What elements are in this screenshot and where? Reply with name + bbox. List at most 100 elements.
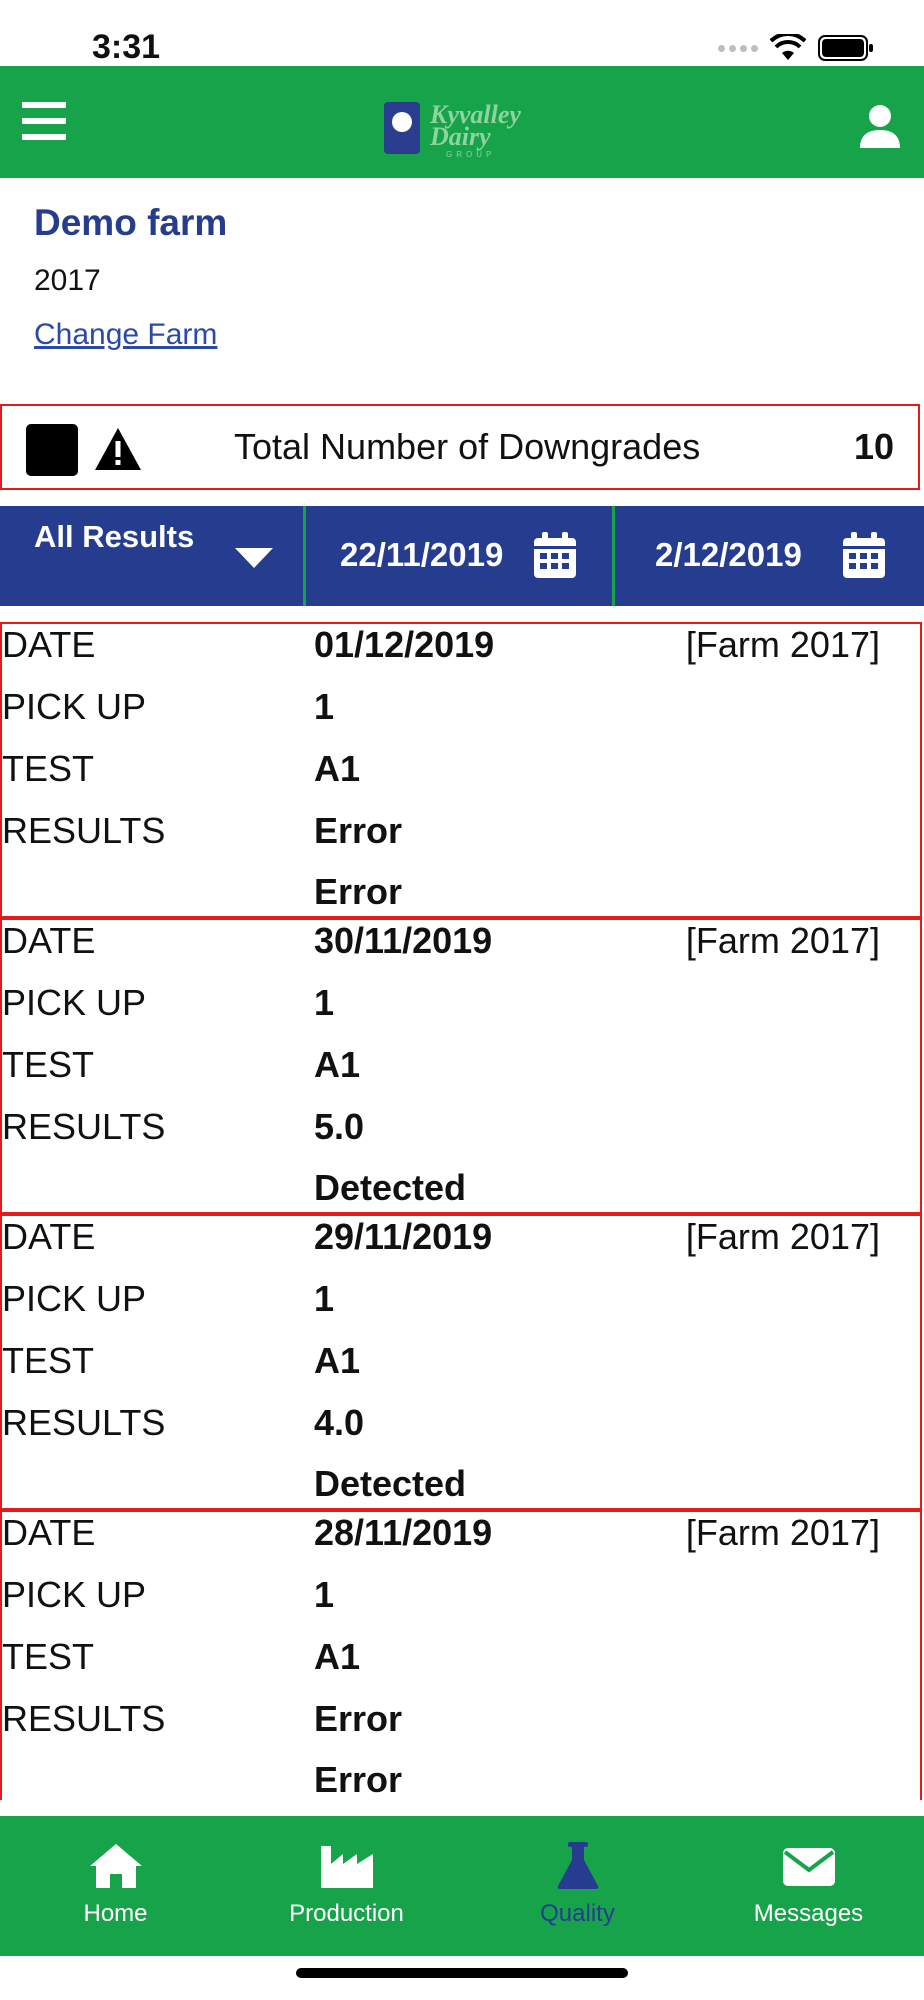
nav-label-home: Home (83, 1900, 148, 1927)
test-value: A1 (314, 748, 361, 789)
battery-icon (818, 35, 873, 61)
nav-item-home[interactable]: Home (0, 1816, 231, 1956)
date-label: DATE (2, 1216, 96, 1257)
cellular-signal-icon (718, 44, 758, 52)
results-list[interactable]: DATE 01/12/2019 [Farm 2017] PICK UP 1 TE… (0, 622, 924, 1800)
result-card[interactable]: DATE 01/12/2019 [Farm 2017] PICK UP 1 TE… (0, 622, 922, 918)
result-value: Error (314, 1698, 403, 1739)
date-label: DATE (2, 1512, 96, 1553)
results-label: RESULTS (2, 1698, 166, 1739)
farm-number: 2017 (34, 264, 101, 297)
date-label: DATE (2, 624, 96, 665)
total-downgrades-label: Total Number of Downgrades (234, 426, 701, 467)
pickup-row: PICK UP 1 (2, 1278, 920, 1334)
result-value: 4.0 (314, 1402, 365, 1443)
home-indicator[interactable] (296, 1968, 628, 1978)
test-label: TEST (2, 1340, 95, 1381)
test-row: TEST A1 (2, 1340, 920, 1396)
total-downgrades-summary: Total Number of Downgrades 10 (0, 404, 920, 490)
wifi-icon (770, 34, 806, 60)
caret-down-icon (235, 548, 273, 568)
envelope-icon (782, 1848, 835, 1886)
test-row: TEST A1 (2, 1636, 920, 1692)
status-square-icon (26, 424, 78, 476)
farm-tag: [Farm 2017] (685, 1512, 880, 1553)
pickup-label: PICK UP (2, 1574, 147, 1615)
nav-label-production: Production (289, 1900, 404, 1927)
warning-icon (95, 428, 141, 470)
filter-bar: All Results 22/11/2019 2/12/2019 (0, 506, 924, 606)
nav-item-quality[interactable]: Quality (462, 1816, 693, 1956)
date-value: 29/11/2019 (314, 1216, 493, 1257)
test-label: TEST (2, 1636, 95, 1677)
kyvalley-dairy-logo: Kyvalley Dairy GROUP (384, 100, 540, 160)
results-row: RESULTS Error (2, 810, 920, 866)
result-type-dropdown[interactable]: All Results (0, 506, 306, 606)
start-date-value: 22/11/2019 (340, 536, 504, 573)
pickup-row: PICK UP 1 (2, 982, 920, 1038)
bottom-nav: Home Production Quality Messages (0, 1816, 924, 1956)
pickup-value: 1 (314, 1278, 335, 1319)
home-icon (89, 1844, 142, 1888)
pickup-row: PICK UP 1 (2, 686, 920, 742)
result-card[interactable]: DATE 30/11/2019 [Farm 2017] PICK UP 1 TE… (0, 918, 922, 1214)
date-value: 30/11/2019 (314, 920, 493, 961)
results-row: RESULTS 4.0 (2, 1402, 920, 1458)
nav-label-messages: Messages (753, 1900, 864, 1927)
result-card[interactable]: DATE 29/11/2019 [Farm 2017] PICK UP 1 TE… (0, 1214, 922, 1510)
test-value: A1 (314, 1636, 361, 1677)
results-label: RESULTS (2, 1402, 166, 1443)
farm-tag: [Farm 2017] (685, 920, 880, 961)
date-value: 28/11/2019 (314, 1512, 493, 1553)
pickup-value: 1 (314, 686, 335, 727)
date-row: DATE 01/12/2019 [Farm 2017] (2, 624, 920, 680)
test-value: A1 (314, 1340, 361, 1381)
status-time: 3:31 (92, 28, 161, 66)
factory-icon (320, 1846, 373, 1888)
pickup-value: 1 (314, 1574, 335, 1615)
test-row: TEST A1 (2, 748, 920, 804)
home-indicator-area (0, 1956, 924, 2000)
flask-icon (557, 1842, 598, 1889)
pickup-label: PICK UP (2, 686, 147, 727)
result-detail: Error (314, 1759, 403, 1800)
test-row: TEST A1 (2, 1044, 920, 1100)
user-icon[interactable] (858, 104, 902, 150)
end-date-picker[interactable]: 2/12/2019 (615, 506, 924, 606)
results-row: RESULTS Error (2, 1698, 920, 1754)
app-header: Kyvalley Dairy GROUP (0, 66, 924, 178)
pickup-label: PICK UP (2, 1278, 147, 1319)
start-date-picker[interactable]: 22/11/2019 (306, 506, 615, 606)
calendar-icon (534, 532, 576, 578)
test-label: TEST (2, 748, 95, 789)
results-label: RESULTS (2, 1106, 166, 1147)
results-row: RESULTS 5.0 (2, 1106, 920, 1162)
nav-item-messages[interactable]: Messages (693, 1816, 924, 1956)
status-bar: 3:31 (0, 0, 924, 66)
hamburger-menu-icon[interactable] (22, 102, 66, 144)
pickup-row: PICK UP 1 (2, 1574, 920, 1630)
nav-label-quality: Quality (540, 1900, 615, 1927)
date-value: 01/12/2019 (314, 624, 495, 665)
result-detail: Detected (314, 1167, 467, 1208)
farm-tag: [Farm 2017] (685, 1216, 880, 1257)
date-label: DATE (2, 920, 96, 961)
test-value: A1 (314, 1044, 361, 1085)
result-card[interactable]: DATE 28/11/2019 [Farm 2017] PICK UP 1 TE… (0, 1510, 922, 1800)
date-row: DATE 29/11/2019 [Farm 2017] (2, 1216, 920, 1272)
nav-item-production[interactable]: Production (231, 1816, 462, 1956)
total-downgrades-count: 10 (853, 426, 894, 467)
logo-text-line3: GROUP (446, 150, 496, 159)
farm-name: Demo farm (34, 202, 228, 243)
pickup-label: PICK UP (2, 982, 147, 1023)
result-type-value: All Results (34, 519, 195, 554)
change-farm-link[interactable]: Change Farm (34, 318, 217, 352)
results-label: RESULTS (2, 810, 166, 851)
date-row: DATE 28/11/2019 [Farm 2017] (2, 1512, 920, 1568)
logo-text-line2: Dairy (430, 122, 491, 151)
logo-mark (384, 102, 420, 154)
result-value: 5.0 (314, 1106, 365, 1147)
date-row: DATE 30/11/2019 [Farm 2017] (2, 920, 920, 976)
result-value: Error (314, 810, 403, 851)
result-detail: Detected (314, 1463, 467, 1504)
